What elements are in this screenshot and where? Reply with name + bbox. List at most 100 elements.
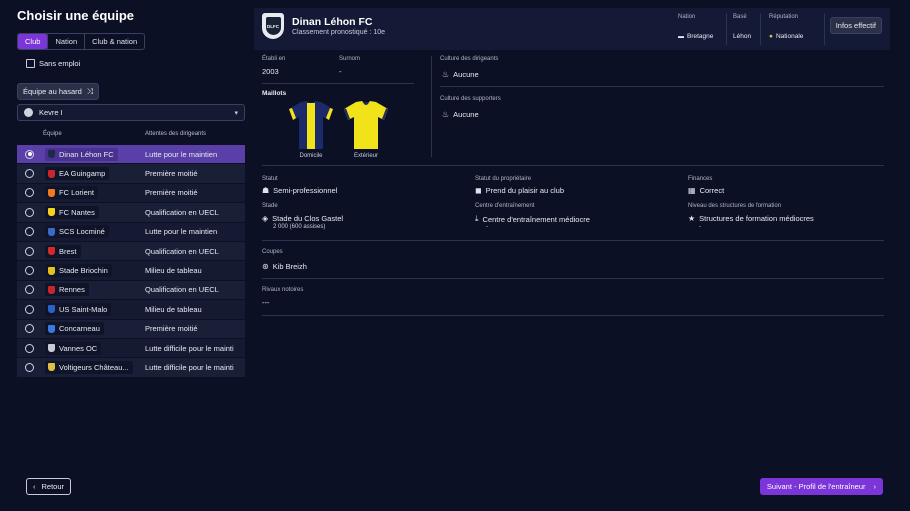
team-expectation: Milieu de tableau xyxy=(145,266,202,276)
club-name: Dinan Léhon FC xyxy=(292,16,373,28)
chevron-down-icon: ▾ xyxy=(234,109,238,117)
random-team-label: Équipe au hasard xyxy=(23,87,82,96)
team-row[interactable]: Vannes OC Lutte difficile pour le mainti xyxy=(17,338,245,359)
team-row[interactable]: Voltigeurs Château... Lutte difficile pou… xyxy=(17,358,245,378)
team-name: Rennes xyxy=(59,285,85,295)
team-row[interactable]: SCS Locminé Lutte pour le maintien xyxy=(17,222,245,242)
kits-label: Maillots xyxy=(262,90,287,97)
youth-label: Niveau des structures de formation xyxy=(688,203,782,209)
club-crest-icon xyxy=(48,227,55,236)
team-row[interactable]: Brest Qualification en UECL xyxy=(17,241,245,262)
team-radio[interactable] xyxy=(25,285,34,295)
team-chip[interactable]: FC Lorient xyxy=(45,186,99,200)
based-info: Basé Léhon xyxy=(726,13,759,45)
tab-club-nation[interactable]: Club & nation xyxy=(84,34,144,49)
random-team-button[interactable]: Équipe au hasard ⤨ xyxy=(17,83,100,100)
finance-icon: ▦ xyxy=(688,186,696,195)
team-row[interactable]: Concarneau Première moitié xyxy=(17,319,245,339)
team-radio[interactable] xyxy=(25,246,34,256)
team-list: Dinan Léhon FC Lutte pour le maintien EA G… xyxy=(17,145,245,378)
next-button[interactable]: Suivant - Profil de l'entraîneur › xyxy=(759,478,883,495)
star-icon: ★ xyxy=(688,214,696,223)
tab-nation[interactable]: Nation xyxy=(47,34,84,49)
cup-icon: ⊛ xyxy=(262,262,269,271)
training-value: Centre d'entraînement médiocre xyxy=(482,214,590,224)
club-rank: Classement pronostiqué : 10e xyxy=(292,29,385,36)
nation-value-wrap: ▬ Bretagne xyxy=(678,33,713,40)
rivals-label: Rivaux notoires xyxy=(262,287,304,293)
team-name: FC Lorient xyxy=(59,188,95,198)
team-expectation: Première moitié xyxy=(145,324,198,334)
team-chip[interactable]: Rennes xyxy=(45,283,89,297)
team-radio[interactable] xyxy=(25,169,34,179)
team-radio[interactable] xyxy=(25,304,34,314)
finances-label: Finances xyxy=(688,176,713,182)
team-radio[interactable] xyxy=(25,207,34,217)
unemployed-checkbox[interactable] xyxy=(26,59,35,68)
tab-club[interactable]: Club xyxy=(18,34,48,49)
selection-tabs: Club Nation Club & nation xyxy=(17,33,146,50)
finances-value: Correct xyxy=(699,186,725,195)
based-value: Léhon xyxy=(733,33,752,40)
team-chip[interactable]: Stade Briochin xyxy=(45,264,112,278)
youth-sub: - xyxy=(699,224,701,230)
club-header: DLFC Dinan Léhon FC Classement pronostiq… xyxy=(254,8,890,50)
team-radio[interactable] xyxy=(25,324,34,334)
club-crest-icon xyxy=(48,344,55,353)
board-culture-value: Aucune xyxy=(453,70,479,79)
team-name: Brest xyxy=(59,246,77,256)
page-title: Choisir une équipe xyxy=(17,8,135,23)
team-name: US Saint-Malo xyxy=(59,304,108,314)
based-label: Basé xyxy=(733,14,747,20)
club-crest-icon xyxy=(48,363,55,372)
team-chip[interactable]: Concarneau xyxy=(45,322,104,336)
team-row[interactable]: FC Lorient Première moitié xyxy=(17,183,245,204)
reputation-info: Réputation ● Nationale xyxy=(760,13,822,45)
team-chip[interactable]: Voltigeurs Château... xyxy=(45,360,133,374)
column-header-expectation[interactable]: Attentes des dirigeants xyxy=(145,131,206,137)
back-button[interactable]: ‹ Retour xyxy=(26,478,72,495)
team-expectation: Lutte difficile pour le mainti xyxy=(145,343,234,353)
team-name: Dinan Léhon FC xyxy=(59,149,114,159)
team-radio[interactable] xyxy=(25,266,34,276)
squad-info-button[interactable]: Infos effectif xyxy=(829,17,882,34)
club-crest-icon xyxy=(48,285,55,294)
team-row[interactable]: Rennes Qualification en UECL xyxy=(17,280,245,301)
team-chip[interactable]: Dinan Léhon FC xyxy=(45,147,118,161)
chevron-left-icon: ‹ xyxy=(33,482,36,491)
team-radio[interactable] xyxy=(25,227,34,237)
unemployed-option[interactable]: Sans emploi xyxy=(26,59,80,68)
team-chip[interactable]: Brest xyxy=(45,244,81,258)
team-chip[interactable]: EA Guingamp xyxy=(45,167,110,181)
status-value: Semi-professionnel xyxy=(273,186,338,195)
team-name: Concarneau xyxy=(59,324,100,334)
club-crest-icon xyxy=(48,169,55,178)
column-header-team[interactable]: Équipe xyxy=(43,131,62,137)
divider xyxy=(262,278,884,279)
team-expectation: Première moitié xyxy=(145,169,198,179)
team-radio[interactable] xyxy=(25,362,34,372)
team-chip[interactable]: SCS Locminé xyxy=(45,225,109,239)
team-row[interactable]: Dinan Léhon FC Lutte pour le maintien xyxy=(17,145,245,165)
team-row[interactable]: FC Nantes Qualification en UECL xyxy=(17,203,245,223)
league-select[interactable]: Kevre I ▾ xyxy=(17,104,245,121)
team-radio[interactable] xyxy=(25,149,34,159)
unemployed-label: Sans emploi xyxy=(39,59,81,68)
team-radio[interactable] xyxy=(25,188,34,198)
team-chip[interactable]: US Saint-Malo xyxy=(45,302,112,316)
team-radio[interactable] xyxy=(25,343,34,353)
cups-value: Kib Breizh xyxy=(272,262,307,271)
team-row[interactable]: EA Guingamp Première moitié xyxy=(17,164,245,184)
team-table-header: Équipe Attentes des dirigeants xyxy=(17,128,245,142)
team-row[interactable]: Stade Briochin Milieu de tableau xyxy=(17,261,245,281)
training-label: Centre d'entraînement xyxy=(475,203,535,209)
team-chip[interactable]: FC Nantes xyxy=(45,205,99,219)
reputation-value-wrap: ● Nationale xyxy=(769,33,803,40)
club-crest-icon xyxy=(48,188,55,197)
board-culture-label: Culture des dirigeants xyxy=(440,56,499,62)
flame-icon: ♨ xyxy=(442,70,450,79)
team-row[interactable]: US Saint-Malo Milieu de tableau xyxy=(17,300,245,320)
team-expectation: Première moitié xyxy=(145,188,198,198)
team-chip[interactable]: Vannes OC xyxy=(45,341,102,355)
away-kit-caption: Extérieur xyxy=(353,153,378,159)
